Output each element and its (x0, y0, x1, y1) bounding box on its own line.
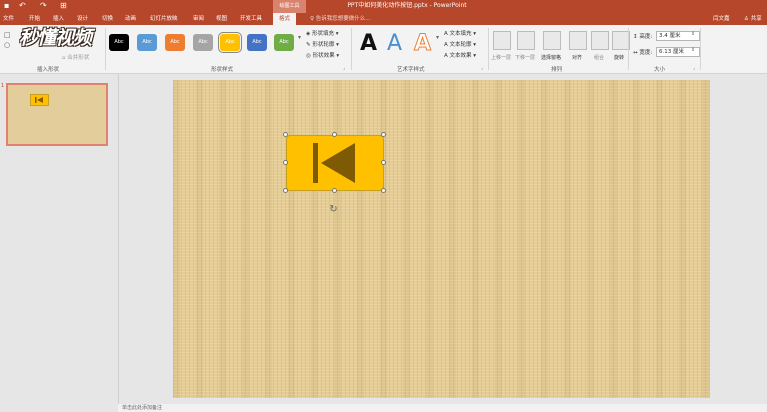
align-button[interactable]: 对齐 (566, 54, 588, 61)
undo-icon[interactable]: ↶ (19, 1, 26, 10)
align-icon[interactable] (569, 31, 587, 50)
group-divider (105, 28, 106, 70)
action-button-shape[interactable] (286, 135, 384, 191)
gallery-more-icon[interactable]: ▾ (298, 34, 301, 41)
wordart-styles-group-label: 艺术字样式 (397, 67, 425, 73)
dialog-launcher-icon[interactable]: ⌟ (343, 65, 345, 71)
selection-pane-button[interactable]: 选择窗格 (540, 54, 562, 61)
group-divider (700, 28, 701, 70)
dialog-launcher-icon[interactable]: ⌟ (693, 65, 695, 71)
tab-view[interactable]: 视图 (216, 13, 227, 25)
text-outline-button[interactable]: A 文本轮廓 ▾ (444, 40, 476, 48)
merge-shapes-button[interactable]: ⌂ 合并形状 (62, 53, 89, 61)
rotate-handle-icon[interactable]: ↻ (328, 204, 339, 215)
customize-quick-access-icon[interactable]: ⊞ (60, 1, 67, 10)
wordart-style[interactable]: A (360, 32, 377, 56)
title-bar: ▪ ↶ ↷ ⊞ 绘图工具 PPT中如何美化动作按钮.pptx - PowerPo… (0, 0, 767, 13)
slide-thumbnail[interactable] (6, 83, 108, 146)
save-icon[interactable]: ▪ (4, 1, 9, 10)
resize-handle[interactable] (283, 132, 288, 137)
previous-icon (313, 143, 355, 183)
rectangle-shape-icon[interactable]: □ (4, 31, 11, 39)
tab-developer[interactable]: 开发工具 (240, 13, 262, 25)
arrange-group-label: 排列 (551, 67, 563, 73)
tab-format[interactable]: 格式 (273, 13, 297, 25)
resize-handle[interactable] (332, 188, 337, 193)
shape-style-swatch[interactable]: Abc (274, 34, 294, 51)
shape-style-swatch[interactable]: Abc (247, 34, 267, 51)
shape-style-swatch-selected[interactable]: Abc (218, 32, 242, 53)
text-fill-button[interactable]: A 文本填充 ▾ (444, 29, 476, 37)
rotate-button[interactable]: 旋转 (608, 54, 630, 61)
ribbon-tabs: 文件 开始 插入 设计 切换 动画 幻灯片放映 审阅 视图 开发工具 格式 ♀ … (0, 13, 767, 25)
tab-animations[interactable]: 动画 (125, 13, 136, 25)
tab-review[interactable]: 审阅 (193, 13, 204, 25)
height-label: ↕ 高度: (633, 34, 653, 40)
tell-me-search[interactable]: ♀ 告诉我您想要做什么... (310, 13, 371, 25)
slide-canvas[interactable] (173, 80, 710, 398)
wordart-style[interactable]: A (413, 31, 431, 56)
shape-outline-button[interactable]: ✎ 形状轮廓 ▾ (306, 40, 339, 48)
height-spinner-icon[interactable]: ⇕ (691, 31, 695, 37)
shape-style-swatch[interactable]: Abc (137, 34, 157, 51)
wordart-style[interactable]: A (387, 32, 402, 56)
group-divider (351, 28, 352, 70)
group-divider (488, 28, 489, 70)
resize-handle[interactable] (381, 188, 386, 193)
previous-icon (35, 97, 43, 103)
user-name[interactable]: 闫文嘉 (713, 13, 730, 25)
shape-style-swatch[interactable]: Abc (193, 34, 213, 51)
insert-shapes-group-label: 插入形状 (37, 67, 60, 73)
circle-shape-icon[interactable]: ○ (4, 41, 10, 49)
redo-icon[interactable]: ↷ (40, 1, 47, 10)
tab-slideshow[interactable]: 幻灯片放映 (150, 13, 178, 25)
group-divider (628, 28, 629, 70)
slide-number: 1 (1, 83, 5, 89)
shape-styles-group-label: 形状样式 (211, 67, 234, 73)
size-group-label: 大小 (654, 67, 666, 73)
group-button[interactable]: 组合 (588, 54, 610, 61)
shape-style-swatch[interactable]: Abc (109, 34, 129, 51)
resize-handle[interactable] (283, 188, 288, 193)
text-effects-button[interactable]: A 文本效果 ▾ (444, 51, 476, 59)
shape-effects-button[interactable]: ◎ 形状效果 ▾ (306, 51, 339, 59)
gallery-more-icon[interactable]: ▾ (436, 34, 439, 41)
resize-handle[interactable] (381, 160, 386, 165)
slides-panel: 1 (0, 74, 119, 412)
window-title: PPT中如何美化动作按钮.pptx - PowerPoint (347, 2, 467, 9)
bring-forward-button[interactable]: 上移一层 (490, 54, 512, 61)
width-label: ↔ 宽度: (633, 50, 653, 56)
ribbon: □ ○ ⌂ 合并形状 插入形状 Abc Abc Abc Abc Abc Abc … (0, 25, 767, 74)
dialog-launcher-icon[interactable]: ⌟ (481, 65, 483, 71)
bring-forward-icon[interactable] (493, 31, 511, 50)
resize-handle[interactable] (381, 132, 386, 137)
watermark-logo: 秒懂视频 (19, 27, 92, 49)
selection-pane-icon[interactable] (543, 31, 561, 50)
drawing-tools-context-label: 绘图工具 (273, 0, 306, 13)
tab-file[interactable]: 文件 (3, 13, 14, 25)
shape-fill-button[interactable]: ◈ 形状填充 ▾ (306, 29, 339, 37)
share-button[interactable]: ♙ 共享 (744, 13, 762, 25)
send-backward-button[interactable]: 下移一层 (514, 54, 536, 61)
send-backward-icon[interactable] (517, 31, 535, 50)
tab-transitions[interactable]: 切换 (102, 13, 113, 25)
group-icon[interactable] (591, 31, 609, 50)
width-spinner-icon[interactable]: ⇕ (691, 47, 695, 53)
thumbnail-action-button (30, 94, 49, 106)
resize-handle[interactable] (332, 132, 337, 137)
resize-handle[interactable] (283, 160, 288, 165)
person-icon: ♙ (744, 16, 751, 22)
shape-style-swatch[interactable]: Abc (165, 34, 185, 51)
notes-bar[interactable]: 单击此处添加备注 (118, 404, 767, 412)
